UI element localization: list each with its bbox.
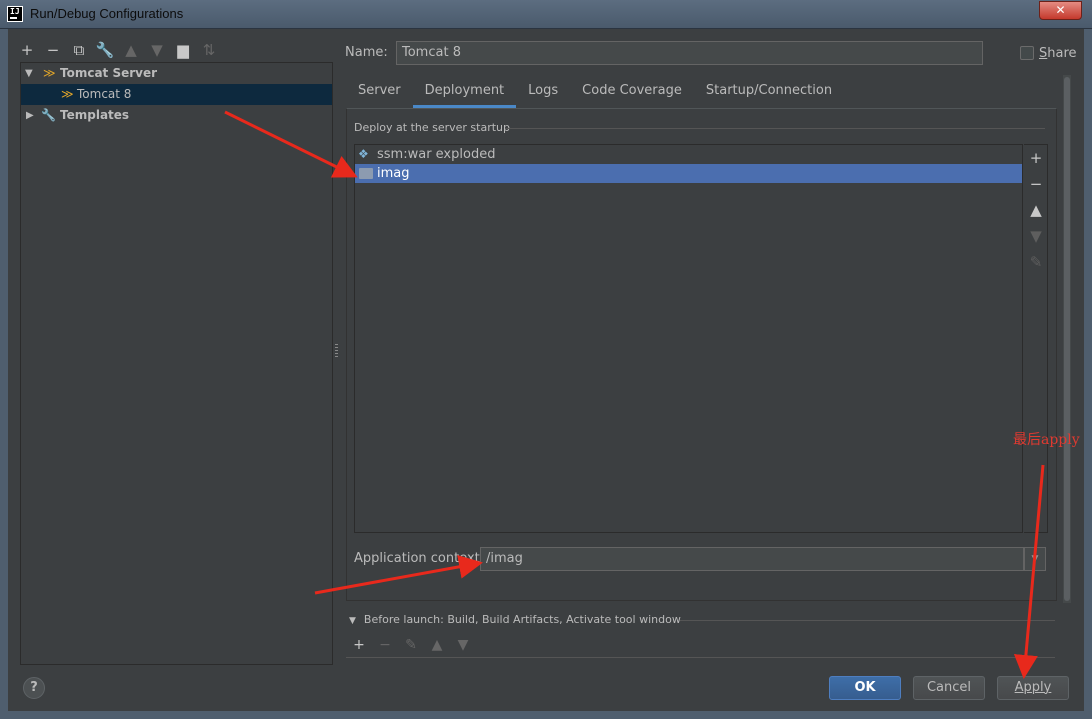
arrow-to-context [314, 554, 483, 595]
arrow-to-apply [1013, 464, 1045, 679]
annotation-arrows [224, 110, 1045, 679]
arrow-to-imag [224, 110, 358, 178]
